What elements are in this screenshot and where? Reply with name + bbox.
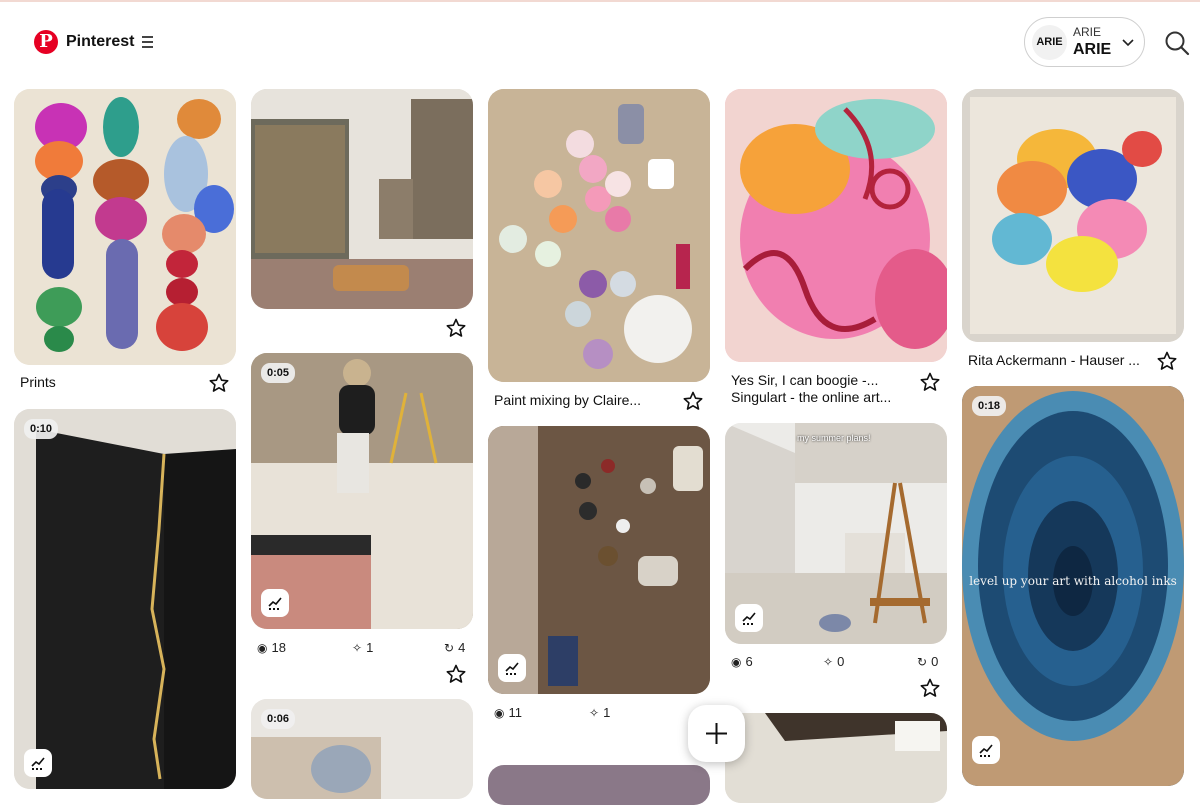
watercolor-prints-artwork — [14, 89, 236, 365]
rita-ackermann-painting — [962, 89, 1184, 342]
studio-room-photo — [251, 89, 473, 309]
eye-icon: ◉ — [494, 706, 505, 720]
video-duration-badge: 0:06 — [261, 709, 296, 729]
pin-black-gold-video[interactable]: 0:10 — [14, 409, 236, 789]
app-header: P Pinterest ARIE ARIE ARIE — [0, 2, 1200, 80]
menu-icon[interactable] — [142, 33, 156, 49]
pin-title[interactable]: Yes Sir, I can boogie -... — [731, 372, 911, 388]
analytics-icon[interactable] — [972, 736, 1000, 764]
star-icon[interactable] — [920, 678, 940, 698]
avatar: ARIE — [1032, 25, 1067, 60]
brand-name[interactable]: Pinterest — [66, 33, 134, 51]
saves-count: ✧ 0 — [823, 654, 845, 669]
pin-paint-table-video[interactable] — [488, 426, 710, 694]
video-duration-badge: 0:10 — [24, 419, 59, 439]
saves-count: ✧ 1 — [589, 705, 611, 720]
eye-icon: ◉ — [257, 641, 268, 655]
abstract-pink-painting — [725, 89, 947, 362]
repost-icon: ↻ — [917, 655, 928, 669]
views-count: ◉ 18 — [257, 640, 286, 655]
star-icon[interactable] — [920, 372, 940, 392]
paint-cups-photo — [488, 89, 710, 382]
pin-icon: ✧ — [589, 706, 600, 720]
views-count: ◉ 11 — [494, 705, 522, 720]
pin-icon: ✧ — [823, 655, 834, 669]
reposts-count: ↻ 4 — [444, 640, 466, 655]
analytics-icon[interactable] — [24, 749, 52, 777]
star-icon[interactable] — [683, 391, 703, 411]
room-ceiling-photo — [725, 713, 947, 803]
pin-subtitle[interactable]: Singulart - the online art... — [731, 389, 911, 405]
pin-bottom-col4[interactable] — [725, 713, 947, 803]
pinterest-logo-icon[interactable]: P — [34, 30, 58, 54]
account-label-name: ARIE — [1073, 41, 1112, 58]
pin-studio-room-image[interactable] — [251, 89, 473, 309]
pin-title[interactable]: Rita Ackermann - Hauser ... — [968, 352, 1148, 368]
analytics-icon[interactable] — [735, 604, 763, 632]
pin-bottom-video[interactable]: 0:06 — [251, 699, 473, 799]
pin-easel-room-video[interactable]: my summer plans! — [725, 423, 947, 644]
analytics-icon[interactable] — [498, 654, 526, 682]
eye-icon: ◉ — [731, 655, 742, 669]
star-icon[interactable] — [446, 318, 466, 338]
chevron-down-icon — [1122, 39, 1134, 47]
pin-yes-sir-image[interactable] — [725, 89, 947, 362]
analytics-icon[interactable] — [261, 589, 289, 617]
pin-icon: ✧ — [352, 641, 363, 655]
repost-icon: ↻ — [444, 641, 455, 655]
video-overlay-text: level up your art with alcohol inks — [969, 574, 1177, 588]
pin-bottom-col3[interactable] — [488, 765, 710, 805]
pin-rita-image[interactable] — [962, 89, 1184, 342]
pin-paint-mixing-image[interactable] — [488, 89, 710, 382]
star-icon[interactable] — [209, 373, 229, 393]
pin-title[interactable]: Prints — [20, 374, 200, 390]
account-switcher-button[interactable]: ARIE ARIE ARIE — [1024, 17, 1145, 67]
star-icon[interactable] — [1157, 351, 1177, 371]
saves-count: ✧ 1 — [352, 640, 374, 655]
video-overlay-text: my summer plans! — [797, 433, 871, 443]
account-label-small: ARIE — [1073, 25, 1102, 39]
create-pin-button[interactable] — [688, 705, 745, 762]
pin-alcohol-inks-video[interactable]: 0:18 level up your art with alcohol inks — [962, 386, 1184, 786]
black-gold-painting — [14, 409, 236, 789]
video-duration-badge: 0:18 — [972, 396, 1007, 416]
star-icon[interactable] — [446, 664, 466, 684]
search-icon[interactable] — [1164, 30, 1190, 56]
reposts-count: ↻ 0 — [917, 654, 939, 669]
pin-prints-image[interactable] — [14, 89, 236, 365]
pin-artist-floor-video[interactable]: 0:05 — [251, 353, 473, 629]
video-duration-badge: 0:05 — [261, 363, 296, 383]
plus-icon — [706, 723, 727, 744]
pin-title[interactable]: Paint mixing by Claire... — [494, 392, 664, 408]
views-count: ◉ 6 — [731, 654, 753, 669]
artist-painting-floor-photo — [251, 353, 473, 629]
